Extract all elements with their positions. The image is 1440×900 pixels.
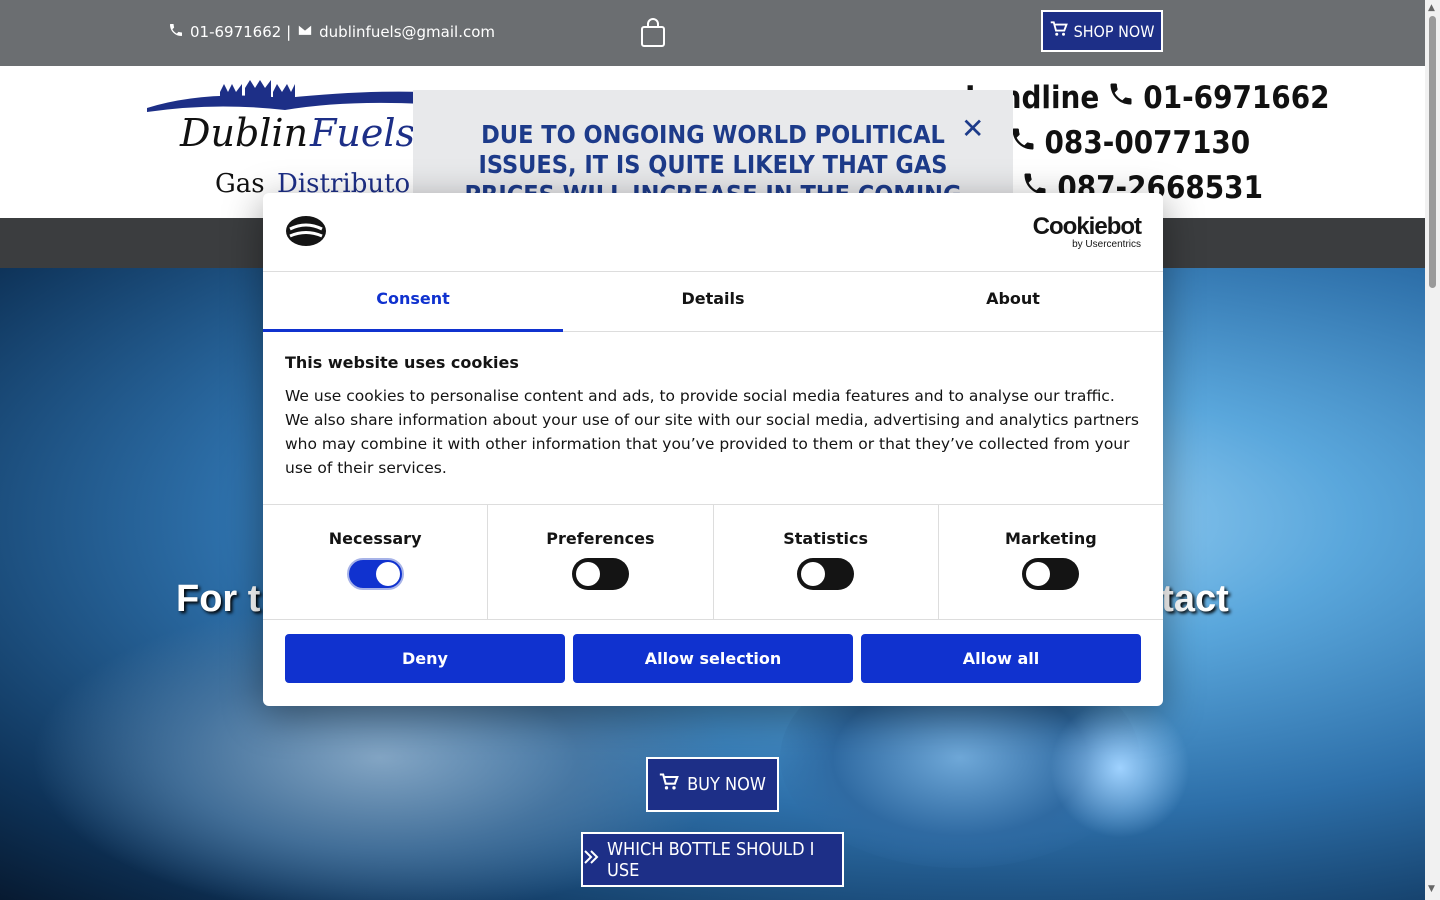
cookie-tabs: Consent Details About	[263, 271, 1163, 332]
phone-number: 01-6971662	[1143, 80, 1330, 116]
price-notice-text: DUE TO ONGOING WORLD POLITICAL ISSUES, I…	[464, 120, 962, 195]
top-phone-number[interactable]: 01-6971662 |	[190, 23, 291, 41]
cart-icon	[1050, 21, 1068, 41]
cookie-logo-icon	[285, 215, 327, 251]
buy-now-label: BUY NOW	[687, 774, 766, 795]
scroll-up-arrow-icon[interactable]: ▲	[1428, 3, 1435, 13]
header-phones: Landline01-6971662 es083-0077130 ien087-…	[965, 76, 1330, 211]
scroll-down-arrow-icon[interactable]: ▼	[1428, 884, 1435, 894]
toggle-statistics: Statistics	[714, 505, 939, 619]
top-email[interactable]: dublinfuels@gmail.com	[319, 23, 495, 41]
toggle-necessary: Necessary	[263, 505, 489, 619]
cookie-consent-dialog: Cookiebot by Usercentrics Consent Detail…	[263, 193, 1163, 706]
tab-consent[interactable]: Consent	[263, 271, 563, 332]
allow-selection-button[interactable]: Allow selection	[573, 634, 853, 683]
svg-text:Fuels: Fuels	[309, 111, 415, 155]
hero-heading-left: For t	[176, 578, 261, 620]
which-bottle-button[interactable]: WHICH BOTTLE SHOULD I USE	[581, 832, 844, 887]
cookie-title: This website uses cookies	[285, 353, 519, 372]
preferences-switch[interactable]	[571, 558, 629, 590]
deny-button[interactable]: Deny	[285, 634, 565, 683]
shop-now-button[interactable]: SHOP NOW	[1041, 10, 1163, 52]
tab-details[interactable]: Details	[563, 271, 863, 331]
phone-icon	[168, 22, 184, 42]
phone-number: 083-0077130	[1044, 125, 1251, 161]
site-logo[interactable]: Dublin Fuels Gas Distributo	[145, 80, 425, 199]
which-bottle-label: WHICH BOTTLE SHOULD I USE	[607, 838, 815, 881]
top-contact: 01-6971662 | dublinfuels@gmail.com	[168, 22, 495, 42]
marketing-switch[interactable]	[1022, 558, 1080, 590]
buy-now-button[interactable]: BUY NOW	[646, 757, 779, 812]
mail-icon	[297, 23, 313, 41]
toggle-label: Marketing	[1005, 529, 1097, 548]
cookiebot-logo: Cookiebot	[1032, 213, 1142, 240]
shop-now-label: SHOP NOW	[1073, 21, 1155, 41]
cookie-dialog-header: Cookiebot by Usercentrics	[263, 193, 1163, 272]
price-notice-popup: DUE TO ONGOING WORLD POLITICAL ISSUES, I…	[413, 90, 1013, 195]
toggle-label: Preferences	[546, 529, 655, 548]
svg-text:Dublin: Dublin	[179, 111, 308, 155]
allow-all-button[interactable]: Allow all	[861, 634, 1141, 683]
double-chevron-right-icon	[583, 849, 599, 870]
top-bar: 01-6971662 | dublinfuels@gmail.com SHOP …	[0, 0, 1425, 66]
phone-line-landline[interactable]: Landline 01-6971662	[965, 76, 1330, 121]
cookie-actions: Deny Allow selection Allow all	[285, 634, 1141, 683]
cookie-toggles: Necessary Preferences Statistics Marketi…	[263, 504, 1163, 620]
scrollbar-thumb[interactable]	[1429, 16, 1436, 288]
page-scrollbar[interactable]: ▲ ▼	[1425, 0, 1440, 900]
toggle-marketing: Marketing	[939, 505, 1163, 619]
toggle-preferences: Preferences	[488, 505, 714, 619]
shopping-bag-icon[interactable]	[640, 18, 666, 52]
hero-glow	[1050, 698, 1190, 838]
phone-icon	[1107, 76, 1135, 121]
phone-line-sales[interactable]: es083-0077130	[965, 121, 1330, 166]
toggle-label: Necessary	[328, 529, 422, 548]
cookie-body: This website uses cookies We use cookies…	[285, 353, 1141, 480]
cookie-description: We use cookies to personalise content an…	[285, 387, 1139, 477]
cart-icon	[659, 773, 679, 796]
svg-text:Gas: Gas	[215, 169, 265, 198]
statistics-switch[interactable]	[797, 558, 855, 590]
necessary-switch[interactable]	[346, 558, 404, 590]
toggle-label: Statistics	[783, 529, 868, 548]
cookiebot-brand[interactable]: Cookiebot by Usercentrics	[1032, 213, 1142, 251]
cookiebot-sub: by Usercentrics	[1072, 239, 1141, 250]
close-icon[interactable]: ✕	[961, 112, 984, 145]
tab-about[interactable]: About	[863, 271, 1163, 331]
